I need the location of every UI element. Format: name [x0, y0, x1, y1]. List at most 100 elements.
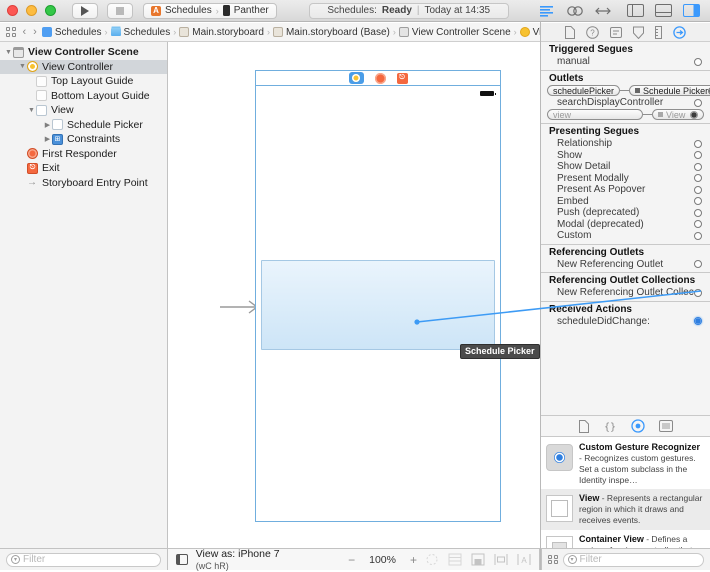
outline-filter-input[interactable] — [23, 554, 156, 565]
status-state: Ready — [382, 5, 412, 16]
library-item-view[interactable]: View - Represents a rectangular region i… — [541, 489, 710, 530]
window-close-button[interactable] — [7, 5, 18, 16]
version-editor-button[interactable] — [594, 4, 612, 18]
toggle-navigator-button[interactable] — [626, 4, 644, 18]
library-filter-input[interactable] — [580, 554, 700, 565]
outlet-target-pill[interactable]: Schedule Picker — [629, 85, 710, 96]
outline-row-top-layout-guide[interactable]: Top Layout Guide — [0, 74, 167, 89]
connection-well[interactable] — [694, 58, 702, 66]
outline-row-entry-point[interactable]: → Storyboard Entry Point — [0, 176, 167, 191]
connection-well[interactable] — [694, 220, 702, 228]
connections-inspector-tab-icon[interactable] — [673, 26, 687, 39]
disclosure-triangle[interactable]: ▼ — [27, 107, 36, 114]
scheme-selector[interactable]: A Schedules › Panther — [143, 3, 277, 19]
outline-row-scene[interactable]: ▼ View Controller Scene — [0, 45, 167, 60]
embed-in-stack-icon[interactable] — [448, 553, 462, 566]
segue-label: Present Modally — [557, 173, 694, 184]
storyboard-entry-point-arrow[interactable] — [220, 300, 260, 314]
standard-editor-button[interactable] — [538, 4, 556, 18]
connection-well[interactable] — [694, 140, 702, 148]
view-as-control[interactable]: View as: iPhone 7 (wC hR) — [196, 548, 296, 572]
zoom-in-button[interactable]: + — [410, 553, 417, 567]
toggle-inspector-button[interactable] — [682, 4, 700, 18]
window-minimize-button[interactable] — [26, 5, 37, 16]
toggle-debug-area-button[interactable] — [654, 4, 672, 18]
zoom-out-button[interactable]: − — [348, 553, 355, 567]
section-outlets: Outlets schedulePicker Schedule Picker s… — [541, 71, 710, 125]
library-tab-bar: {} — [541, 415, 710, 437]
first-responder-dock-icon[interactable] — [375, 73, 386, 84]
document-outline-toggle[interactable] — [6, 27, 16, 37]
attributes-inspector-tab-icon[interactable] — [633, 26, 644, 39]
schedule-picker-view[interactable] — [261, 260, 495, 350]
outline-row-schedule-picker[interactable]: ▶ Schedule Picker — [0, 118, 167, 133]
zoom-level[interactable]: 100% — [369, 554, 396, 566]
storyboard-icon — [273, 27, 283, 37]
exit-dock-icon[interactable]: ⎋ — [397, 73, 408, 84]
stop-button[interactable] — [107, 3, 133, 19]
connection-well[interactable] — [694, 232, 702, 240]
pin-constraints-icon[interactable]: A — [517, 553, 531, 566]
forward-button[interactable]: › — [31, 26, 39, 38]
breadcrumb-storyboard[interactable]: Main.storyboard — [179, 27, 264, 38]
code-snippet-library-tab-icon[interactable]: {} — [603, 420, 617, 433]
outline-row-view[interactable]: ▼ View — [0, 103, 167, 118]
window-zoom-button[interactable] — [45, 5, 56, 16]
breadcrumb-project[interactable]: Schedules — [42, 27, 102, 38]
library-grid-view-toggle[interactable] — [548, 555, 558, 565]
container-view-icon — [546, 536, 573, 548]
assistant-editor-button[interactable] — [566, 4, 584, 18]
outline-filter-bar: ▾ — [0, 548, 168, 570]
library-item-container-view[interactable]: Container View - Defines a region of a v… — [541, 530, 710, 548]
update-frames-icon[interactable] — [425, 553, 439, 566]
inspector-panel-divider[interactable] — [540, 22, 541, 570]
library-item-custom-gesture-recognizer[interactable]: Custom Gesture Recognizer - Recognizes c… — [541, 438, 710, 489]
connection-well[interactable] — [694, 151, 702, 159]
outline-row-view-controller[interactable]: ▼ View Controller — [0, 60, 167, 75]
library-item-title: Custom Gesture Recognizer — [579, 442, 700, 452]
outlet-target-pill[interactable]: View — [652, 109, 704, 120]
outline-row-first-responder[interactable]: First Responder — [0, 147, 167, 162]
connection-well-connected[interactable] — [690, 111, 698, 119]
breadcrumb-storyboard-base[interactable]: Main.storyboard (Base) — [273, 27, 390, 38]
disclosure-triangle[interactable]: ▶ — [43, 121, 52, 129]
library-filter-field[interactable]: ▾ — [563, 553, 705, 567]
connection-well[interactable] — [694, 197, 702, 205]
size-inspector-tab-icon[interactable] — [655, 26, 662, 39]
connection-well[interactable] — [694, 174, 702, 182]
align-constraints-icon[interactable] — [494, 553, 508, 566]
connection-well[interactable] — [694, 289, 702, 297]
identity-inspector-tab-icon[interactable] — [610, 26, 622, 39]
connection-well[interactable] — [694, 260, 702, 268]
storyboard-canvas[interactable]: ⎋ — [168, 42, 540, 548]
connection-well[interactable] — [694, 209, 702, 217]
outlet-pill[interactable]: view — [547, 109, 643, 120]
run-button[interactable] — [72, 3, 98, 19]
back-button[interactable]: ‹ — [21, 26, 29, 38]
outline-row-constraints[interactable]: ▶ ⊞ Constraints — [0, 132, 167, 147]
file-template-library-tab-icon[interactable] — [579, 420, 589, 433]
outline-filter-field[interactable]: ▾ — [6, 553, 161, 567]
view-controller-dock-icon[interactable] — [349, 72, 364, 84]
disclosure-triangle[interactable]: ▼ — [4, 49, 13, 56]
scheme-device-label: Panther — [234, 5, 269, 16]
connection-well[interactable] — [694, 99, 702, 107]
jump-bar: ‹ › Schedules › Schedules › Main.storybo… — [0, 23, 540, 42]
file-inspector-tab-icon[interactable] — [565, 26, 575, 39]
object-library-tab-icon[interactable] — [631, 419, 645, 433]
outline-row-exit[interactable]: ⎋ Exit — [0, 161, 167, 176]
breadcrumb-scene[interactable]: View Controller Scene — [399, 27, 511, 38]
outlet-pill[interactable]: schedulePicker — [547, 85, 620, 96]
disclosure-triangle[interactable]: ▶ — [43, 135, 52, 143]
connection-well[interactable] — [694, 186, 702, 194]
device-configuration-icon[interactable] — [176, 554, 188, 565]
quick-help-inspector-tab-icon[interactable]: ? — [586, 26, 599, 39]
media-library-tab-icon[interactable] — [659, 420, 673, 432]
connection-well-dragging[interactable] — [694, 317, 702, 325]
embed-in-view-icon[interactable] — [471, 553, 485, 566]
outline-row-bottom-layout-guide[interactable]: Bottom Layout Guide — [0, 89, 167, 104]
breadcrumb-group[interactable]: Schedules — [111, 27, 171, 38]
connection-well[interactable] — [694, 163, 702, 171]
disclosure-triangle[interactable]: ▼ — [18, 63, 27, 70]
section-received-actions: Received Actions scheduleDidChange: — [541, 302, 710, 330]
